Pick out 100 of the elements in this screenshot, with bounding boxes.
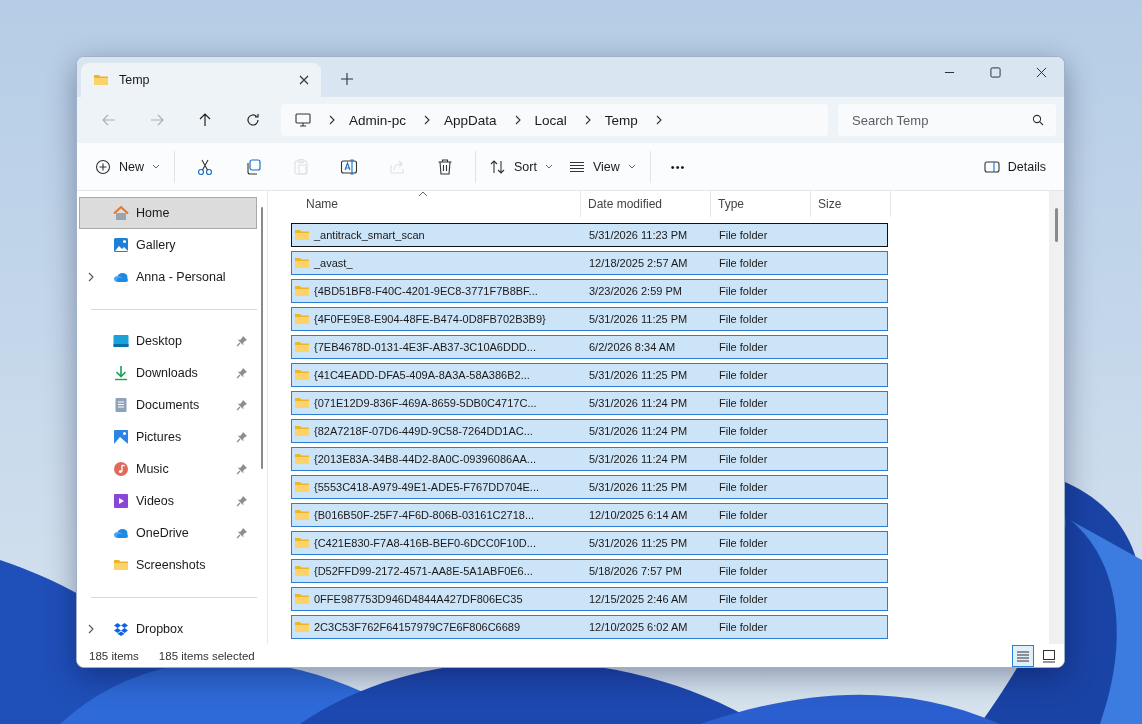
file-row[interactable]: {41C4EADD-DFA5-409A-8A3A-58A386B2... 5/31/2026 11:25 PM File folder	[291, 363, 888, 387]
sidebar-item[interactable]: Pictures	[79, 421, 257, 453]
sidebar-item[interactable]: Home	[79, 197, 257, 229]
scrollbar-thumb[interactable]	[1055, 208, 1058, 242]
sidebar-item[interactable]: Desktop	[79, 325, 257, 357]
tab[interactable]: Temp	[81, 63, 321, 97]
date-cell-text: 5/31/2026 11:24 PM	[588, 453, 689, 465]
sidebar-item[interactable]: Downloads	[79, 357, 257, 389]
file-row[interactable]: {82A7218F-07D6-449D-9C58-7264DD1AC... 5/31/2026 11:24 PM File folder	[291, 419, 888, 443]
folder-icon	[294, 339, 310, 355]
sort-button[interactable]: Sort	[482, 150, 561, 183]
date-cell-text: 3/23/2026 2:59 PM	[588, 285, 683, 297]
column-header[interactable]: Type	[711, 191, 811, 217]
file-row[interactable]: {071E12D9-836F-469A-8659-5DB0C4717C... 5/31/2026 11:24 PM File folder	[291, 391, 888, 415]
sidebar-item[interactable]: Videos	[79, 485, 257, 517]
type-cell-text: File folder	[718, 397, 769, 409]
chevron-icon[interactable]	[514, 115, 521, 125]
file-row[interactable]: 0FFE987753D946D4844A427DF806EC35 12/15/2025 2:46 AM File folder	[291, 587, 888, 611]
search-icon	[1032, 114, 1044, 126]
clipboard-icon	[292, 157, 310, 176]
file-row[interactable]: {D52FFD99-2172-4571-AA8E-5A1ABF0E6... 5/18/2026 7:57 PM File folder	[291, 559, 888, 583]
close-icon	[1035, 66, 1047, 78]
file-row[interactable]: 2C3C53F762F64157979C7E6F806C6689 12/10/2025 6:02 AM File folder	[291, 615, 888, 639]
address-bar[interactable]: Admin-pc AppData Local Temp	[281, 104, 828, 136]
breadcrumb-item[interactable]: Admin-pc	[349, 112, 407, 128]
file-row[interactable]: {4BD51BF8-F40C-4201-9EC8-3771F7B8BF... 3/23/2026 2:59 PM File folder	[291, 279, 888, 303]
new-button[interactable]: New	[87, 150, 168, 183]
file-row[interactable]: {7EB4678D-0131-4E3F-AB37-3C10A6DDD... 6/2/2026 8:34 AM File folder	[291, 335, 888, 359]
caret-icon	[544, 164, 553, 169]
file-row[interactable]: {C421E830-F7A8-416B-BEF0-6DCC0F10D... 5/31/2026 11:25 PM File folder	[291, 531, 888, 555]
file-row[interactable]: {B016B50F-25F7-4F6D-806B-03161C2718... 12/10/2025 6:14 AM File folder	[291, 503, 888, 527]
details-button[interactable]: Details	[975, 150, 1054, 183]
rename-icon	[340, 157, 358, 176]
document-icon	[113, 397, 129, 413]
type-cell-text: File folder	[718, 425, 769, 437]
new-tab-icon[interactable]	[341, 73, 353, 85]
file-name: {4BD51BF8-F40C-4201-9EC8-3771F7B8BF...	[314, 285, 538, 297]
file-name: {B016B50F-25F7-4F6D-806B-03161C2718...	[314, 509, 535, 521]
details-pane-icon	[983, 158, 1000, 175]
folder-icon	[294, 535, 310, 551]
type-cell-text: File folder	[718, 565, 769, 577]
expand-icon[interactable]	[88, 624, 94, 634]
type-cell-text: File folder	[718, 509, 769, 521]
file-name: {41C4EADD-DFA5-409A-8A3A-58A386B2...	[314, 369, 530, 381]
folder-icon	[294, 367, 310, 383]
item-count: 185 items	[89, 649, 139, 662]
date-cell-text: 5/31/2026 11:25 PM	[588, 537, 689, 549]
column-header[interactable]: Name	[291, 191, 581, 217]
breadcrumb-item[interactable]: AppData	[444, 112, 497, 128]
file-name: {C421E830-F7A8-416B-BEF0-6DCC0F10D...	[314, 537, 536, 549]
music-icon	[113, 461, 129, 477]
desktop-icon	[113, 333, 129, 349]
view-button[interactable]: View	[560, 150, 644, 183]
date-cell-text: 5/31/2026 11:25 PM	[588, 313, 689, 325]
file-name: {5553C418-A979-49E1-ADE5-F767DD704E...	[314, 481, 540, 493]
folder-icon	[294, 227, 310, 243]
sidebar-item[interactable]: OneDrive	[79, 517, 257, 549]
type-cell-text: File folder	[718, 481, 769, 493]
back-arrow-icon	[101, 112, 117, 128]
plus-icon	[95, 158, 111, 175]
expand-icon[interactable]	[88, 272, 94, 282]
details-view-button[interactable]	[1012, 644, 1034, 667]
file-name: {7EB4678D-0131-4E3F-AB37-3C10A6DDD...	[314, 341, 536, 353]
sort-icon	[490, 158, 506, 175]
folder-icon	[294, 311, 310, 327]
sidebar-item[interactable]: Anna - Personal	[79, 261, 257, 293]
sidebar-item[interactable]: Dropbox	[79, 613, 257, 645]
chevron-icon[interactable]	[655, 115, 662, 125]
computer-icon	[295, 112, 311, 128]
pictures-icon	[113, 429, 129, 445]
file-row[interactable]: {2013E83A-34B8-44D2-8A0C-09396086AA... 5/31/2026 11:24 PM File folder	[291, 447, 888, 471]
sidebar-item[interactable]: Screenshots	[79, 549, 257, 581]
folder-icon	[294, 395, 310, 411]
sidebar-item[interactable]: Gallery	[79, 229, 257, 261]
column-header[interactable]: Size	[811, 191, 891, 217]
sidebar-item[interactable]: Documents	[79, 389, 257, 421]
file-row[interactable]: _antitrack_smart_scan 5/31/2026 11:23 PM File folder	[291, 223, 888, 247]
maximize-icon	[989, 66, 1001, 78]
gallery-icon	[113, 237, 129, 253]
file-row[interactable]: _avast_ 12/18/2025 2:57 AM File folder	[291, 251, 888, 275]
chevron-icon[interactable]	[584, 115, 591, 125]
file-name: {82A7218F-07D6-449D-9C58-7264DD1AC...	[314, 425, 533, 437]
tiles-view-icon	[1042, 648, 1056, 663]
file-row[interactable]: {4F0FE9E8-E904-48FE-B474-0D8FB702B3B9} 5/31/2026 11:25 PM File folder	[291, 307, 888, 331]
breadcrumb-item[interactable]: Local	[534, 112, 567, 128]
scissors-icon	[196, 157, 214, 176]
chevron-icon[interactable]	[424, 115, 431, 125]
more-button[interactable]: •••	[656, 150, 700, 183]
scrollbar-thumb[interactable]	[261, 207, 263, 469]
date-cell-text: 5/18/2026 7:57 PM	[588, 565, 683, 577]
breadcrumb-item[interactable]: Temp	[604, 112, 638, 128]
refresh-icon	[245, 112, 261, 128]
sidebar-item[interactable]: Music	[79, 453, 257, 485]
folder-icon	[294, 255, 310, 271]
chevron-icon[interactable]	[329, 115, 335, 125]
close-tab-icon[interactable]	[299, 75, 309, 85]
date-cell-text: 5/31/2026 11:24 PM	[588, 425, 689, 437]
column-header[interactable]: Date modified	[581, 191, 711, 217]
date-cell-text: 12/15/2025 2:46 AM	[588, 593, 689, 605]
file-row[interactable]: {5553C418-A979-49E1-ADE5-F767DD704E... 5/31/2026 11:25 PM File folder	[291, 475, 888, 499]
